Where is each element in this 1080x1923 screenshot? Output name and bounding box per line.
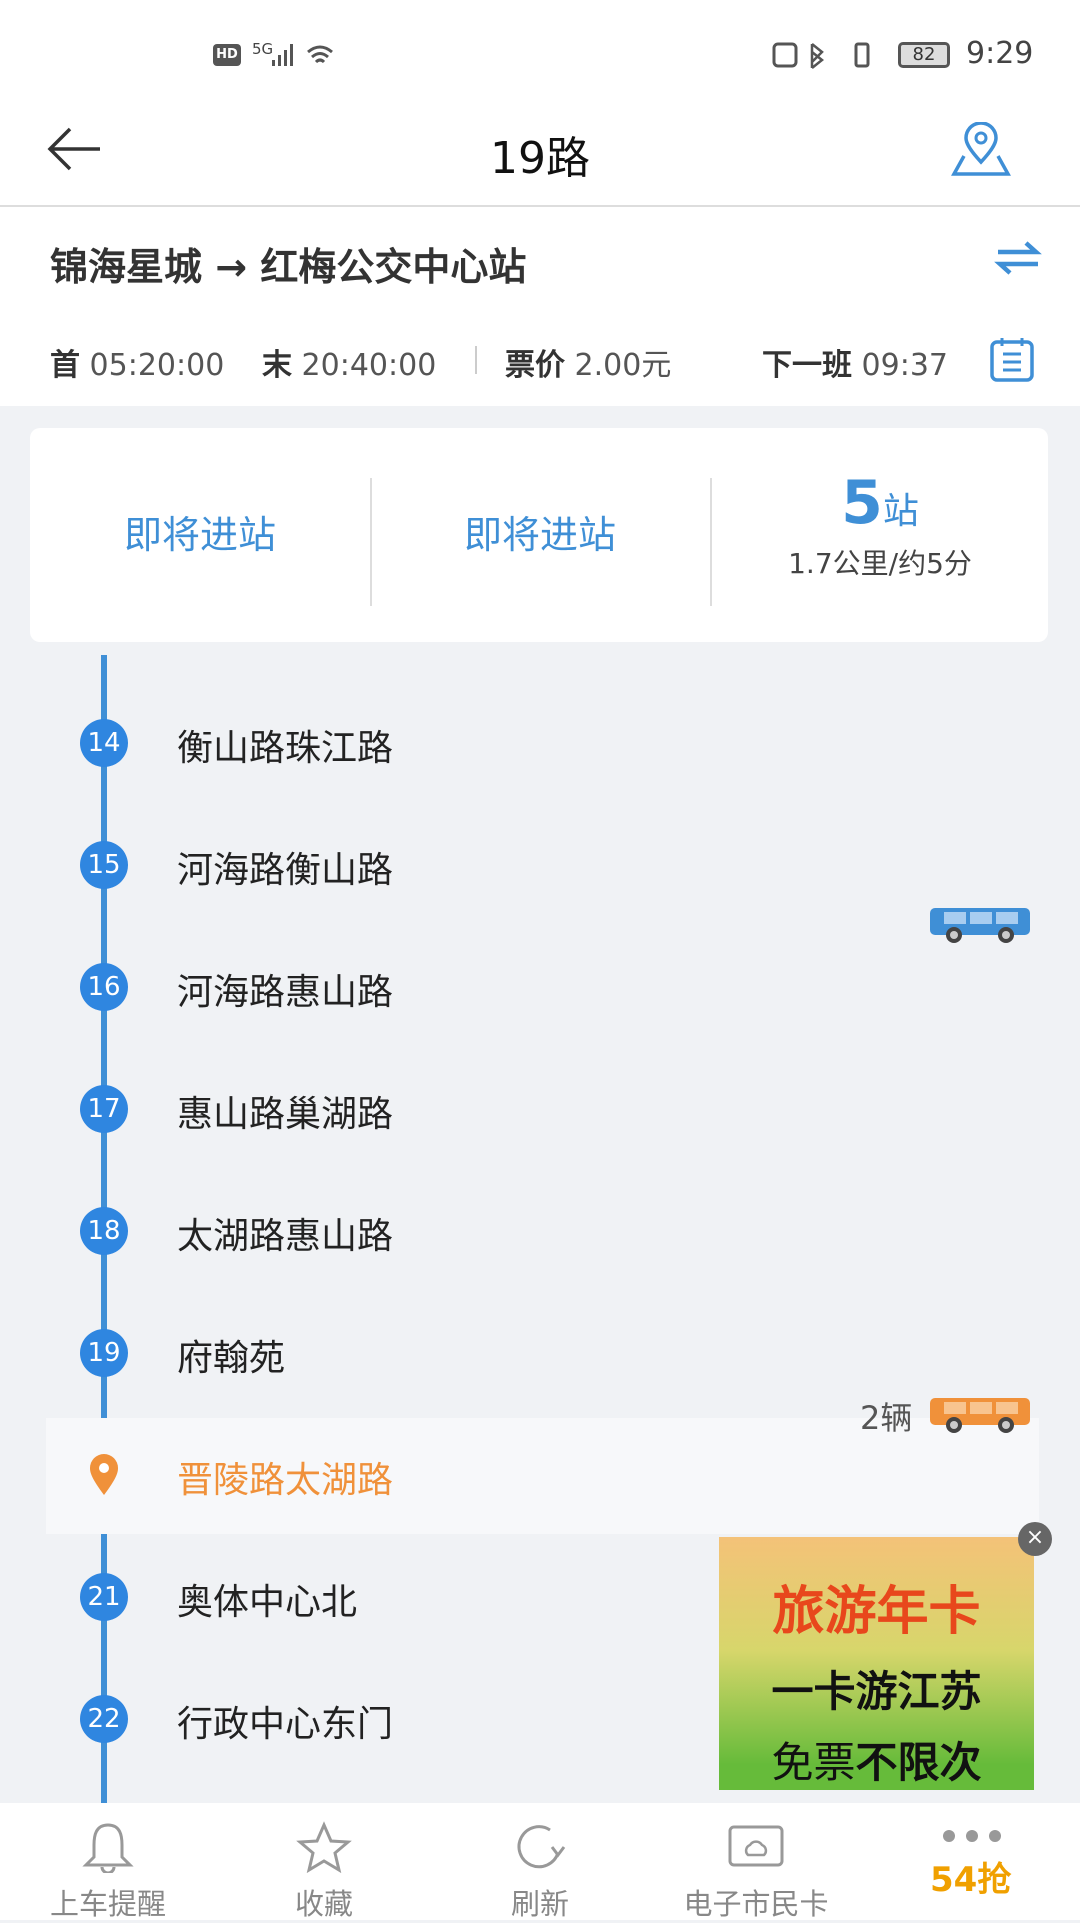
ad-line-1: 旅游年卡: [772, 1582, 981, 1642]
bus-icon-blue: [930, 908, 1030, 943]
watermark-logo: 54抢: [930, 1852, 1012, 1901]
route-direction: 锦海星城 → 红梅公交中心站: [50, 236, 526, 291]
station-name[interactable]: 河海路衡山路: [177, 841, 393, 893]
station-name[interactable]: 太湖路惠山路: [177, 1207, 393, 1259]
ad-line-2: 一卡游江苏: [771, 1667, 982, 1716]
station-name[interactable]: 衡山路珠江路: [177, 719, 393, 771]
station-number: 18: [80, 1207, 128, 1255]
map-location-icon[interactable]: [950, 122, 1012, 176]
bus-count: 2辆: [860, 1399, 913, 1437]
station-number: 15: [80, 841, 128, 889]
station-name[interactable]: 府翰苑: [177, 1329, 285, 1381]
arrival-card: 即将进站 即将进站 5站 1.7公里/约5分: [30, 428, 1048, 642]
station-number: 17: [80, 1085, 128, 1133]
route-arrow: →: [215, 245, 248, 289]
station-number: 19: [80, 1329, 128, 1377]
bottom-nav: 上车提醒 收藏 刷新 电子市民卡: [0, 1803, 1080, 1921]
nav-favorite[interactable]: 收藏: [216, 1803, 432, 1921]
station-name[interactable]: 河海路惠山路: [177, 963, 393, 1015]
more-icon: [943, 1830, 1001, 1842]
bus-icon-orange: [930, 1398, 1030, 1433]
route-from: 锦海星城: [50, 245, 203, 289]
fare: 票价 2.00元: [505, 348, 672, 383]
header-divider: [0, 205, 1080, 207]
station-name[interactable]: 行政中心东门: [177, 1695, 393, 1747]
arrival-3: 5站 1.7公里/约5分: [788, 468, 972, 580]
station-name-current[interactable]: 晋陵路太湖路: [177, 1451, 393, 1503]
schedule-icon[interactable]: [988, 336, 1036, 384]
current-location-pin-icon: [90, 1454, 118, 1495]
clock: 9:29: [966, 36, 1034, 71]
station-name[interactable]: 惠山路巢湖路: [177, 1085, 393, 1137]
station-number: 21: [80, 1573, 128, 1621]
nav-refresh[interactable]: 刷新: [432, 1803, 648, 1921]
bell-icon: [82, 1823, 134, 1875]
station-number: 16: [80, 963, 128, 1011]
card-icon: [728, 1825, 784, 1867]
station-name[interactable]: 奥体中心北: [177, 1573, 357, 1625]
page-title: 19路: [490, 133, 590, 184]
ad-line-3: 免票不限次: [771, 1738, 982, 1787]
route-to: 红梅公交中心站: [260, 245, 527, 289]
swap-direction-icon[interactable]: [994, 240, 1042, 276]
station-number: 14: [80, 719, 128, 767]
arrival-2: 即将进站: [463, 513, 616, 557]
nav-boarding-reminder[interactable]: 上车提醒: [0, 1803, 216, 1921]
refresh-icon: [517, 1825, 566, 1869]
next-bus: 下一班 09:37: [762, 348, 949, 383]
hd-icon: HD: [213, 44, 241, 66]
station-number: 22: [80, 1695, 128, 1743]
info-divider: [475, 346, 477, 374]
last-bus: 末 20:40:00: [262, 348, 437, 383]
battery-icon: 82: [898, 42, 950, 68]
ad-close-button[interactable]: ×: [1018, 1522, 1052, 1556]
first-bus: 首 05:20:00: [50, 348, 225, 383]
star-icon: [296, 1821, 352, 1874]
nav-citizen-card[interactable]: 电子市民卡: [648, 1803, 864, 1921]
signal-wifi-icon: [272, 44, 333, 66]
arrival-1: 即将进站: [123, 513, 276, 557]
travel-card-ad[interactable]: 旅游年卡 一卡游江苏 免票不限次: [719, 1537, 1034, 1790]
nfc-bluetooth-vibrate-icon: [772, 42, 870, 69]
